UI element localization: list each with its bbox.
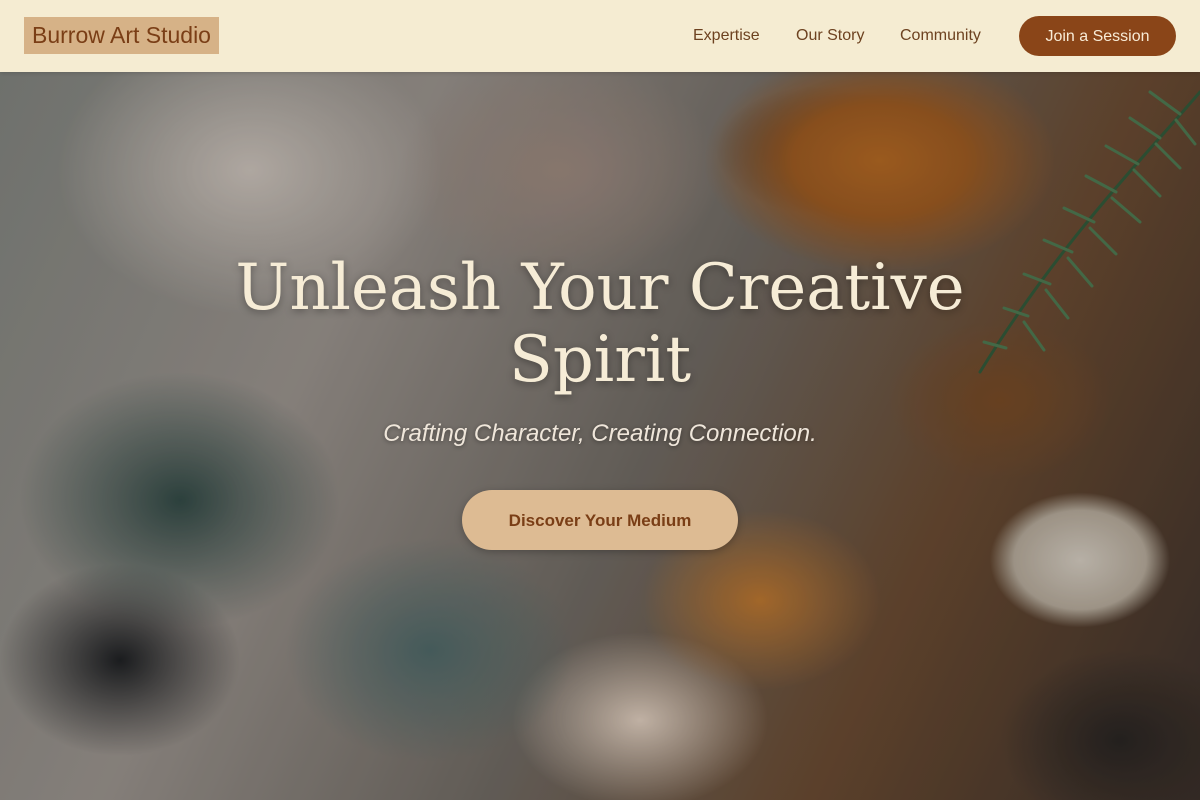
- site-header: Burrow Art Studio Expertise Our Story Co…: [0, 0, 1200, 72]
- hero-title: Unleash Your Creative Spirit: [235, 251, 965, 397]
- join-session-button[interactable]: Join a Session: [1019, 16, 1176, 56]
- logo[interactable]: Burrow Art Studio: [24, 17, 219, 54]
- nav-link-our-story[interactable]: Our Story: [796, 26, 864, 46]
- nav-link-expertise[interactable]: Expertise: [693, 26, 760, 46]
- nav-link-community[interactable]: Community: [900, 26, 981, 46]
- discover-medium-button[interactable]: Discover Your Medium: [462, 490, 738, 550]
- hero-overlay: [0, 0, 1200, 800]
- hero-subtitle: Crafting Character, Creating Connection.: [383, 420, 817, 447]
